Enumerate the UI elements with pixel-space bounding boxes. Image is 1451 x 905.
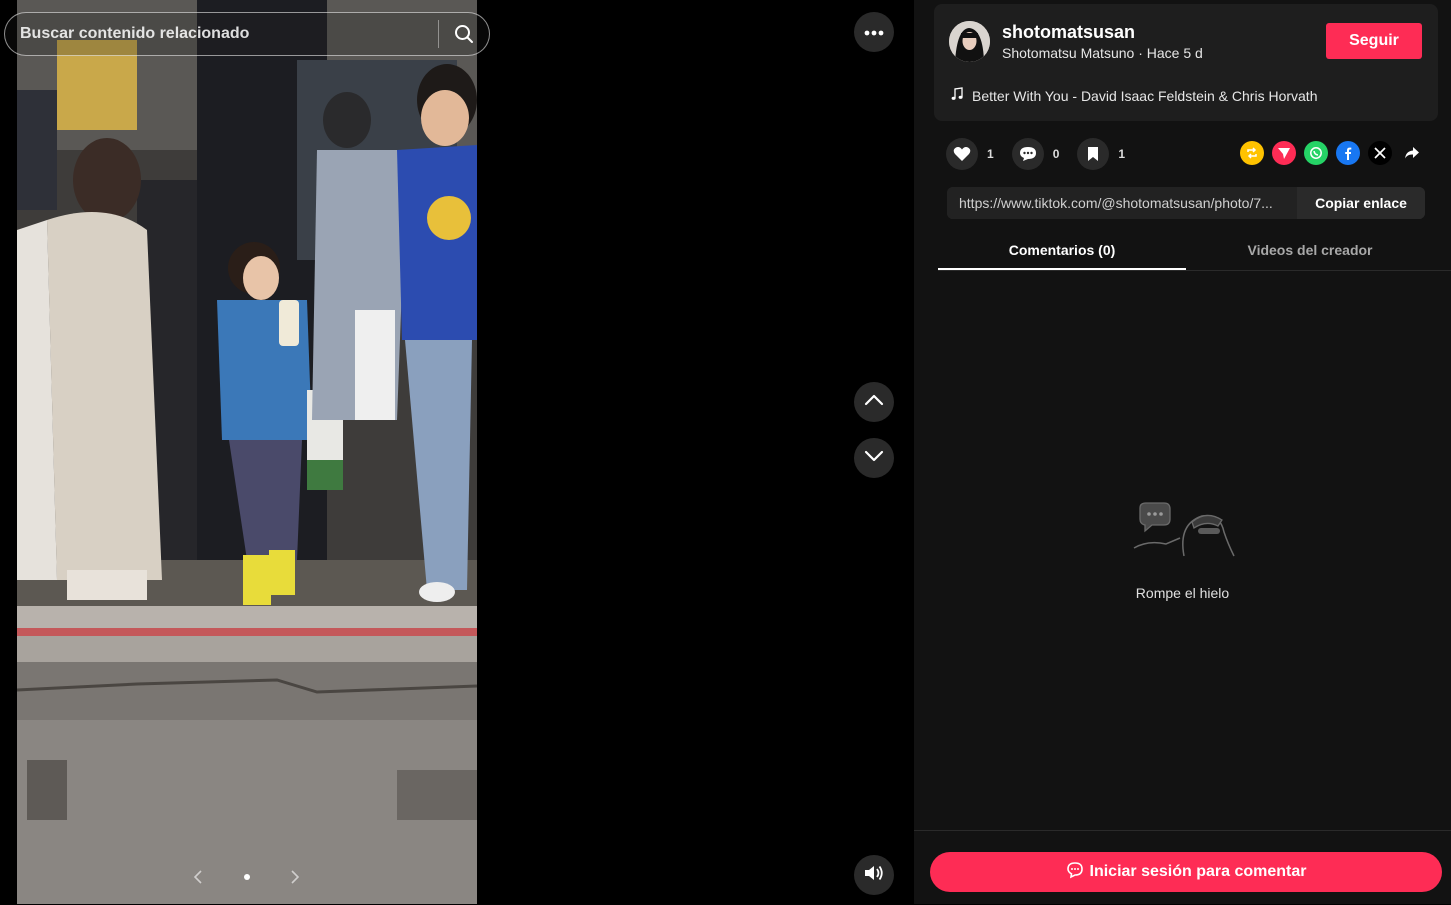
panel-tabs: Comentarios (0) Videos del creador — [938, 232, 1451, 271]
volume-icon — [863, 864, 885, 887]
tab-comments[interactable]: Comentarios (0) — [938, 232, 1186, 270]
save-count: 1 — [1118, 147, 1126, 161]
login-to-comment-label: Iniciar sesión para comentar — [1089, 863, 1307, 880]
tab-creator-videos[interactable]: Videos del creador — [1186, 232, 1434, 270]
post-url-field[interactable]: https://www.tiktok.com/@shotomatsusan/ph… — [947, 187, 1297, 219]
share-arrow-icon[interactable] — [1400, 141, 1424, 165]
copy-link-box: https://www.tiktok.com/@shotomatsusan/ph… — [947, 187, 1425, 219]
author-subline: Shotomatsu Matsuno · Hace 5 d — [1002, 45, 1203, 61]
empty-state-text: Rompe el hielo — [1135, 585, 1230, 601]
search-icon[interactable] — [439, 12, 489, 56]
volume-button[interactable] — [854, 855, 894, 895]
repost-icon[interactable] — [1240, 141, 1264, 165]
post-time: Hace 5 d — [1146, 45, 1203, 61]
details-panel: shotomatsusan Shotomatsu Matsuno · Hace … — [914, 0, 1451, 904]
more-options-button[interactable] — [854, 12, 894, 52]
follow-button[interactable]: Seguir — [1326, 23, 1422, 59]
comment-icon[interactable] — [1011, 138, 1044, 170]
carousel-indicator-dot — [244, 874, 250, 880]
comment-bar: Iniciar sesión para comentar — [914, 830, 1451, 905]
separator-dot: · — [1138, 45, 1147, 61]
more-icon — [864, 23, 884, 41]
send-icon[interactable] — [1272, 141, 1296, 165]
comment-count: 0 — [1052, 147, 1060, 161]
chevron-up-icon — [864, 393, 884, 411]
comments-empty-state: Rompe el hielo — [914, 500, 1451, 601]
search-input[interactable]: Buscar contenido relacionado — [5, 25, 438, 43]
facebook-icon[interactable] — [1336, 141, 1360, 165]
music-note-icon — [950, 87, 964, 104]
comment-bubble-icon — [1066, 861, 1084, 884]
heart-icon[interactable] — [946, 138, 978, 170]
login-to-comment-button[interactable]: Iniciar sesión para comentar — [930, 852, 1442, 892]
search-bar[interactable]: Buscar contenido relacionado — [4, 12, 490, 56]
whatsapp-icon[interactable] — [1304, 141, 1328, 165]
carousel-prev-icon[interactable] — [190, 866, 206, 888]
media-viewer: Buscar contenido relacionado — [0, 0, 914, 904]
avatar[interactable] — [949, 21, 990, 62]
empty-comments-illustration-icon — [1128, 502, 1238, 568]
share-icons — [1240, 141, 1424, 165]
save-action[interactable]: 1 — [1077, 138, 1125, 170]
x-icon[interactable] — [1368, 141, 1392, 165]
music-title: Better With You - David Isaac Feldstein … — [972, 87, 1318, 104]
bookmark-icon[interactable] — [1077, 138, 1110, 170]
like-count: 1 — [987, 147, 994, 161]
next-post-button[interactable] — [854, 438, 894, 478]
like-action[interactable]: 1 — [946, 138, 994, 170]
carousel-next-icon[interactable] — [287, 866, 303, 888]
post-photo[interactable] — [17, 0, 477, 904]
copy-link-button[interactable]: Copiar enlace — [1297, 187, 1425, 219]
author-username[interactable]: shotomatsusan — [1002, 22, 1135, 43]
music-link[interactable]: Better With You - David Isaac Feldstein … — [950, 87, 1317, 104]
previous-post-button[interactable] — [854, 382, 894, 422]
chevron-down-icon — [864, 449, 884, 467]
author-display-name[interactable]: Shotomatsu Matsuno — [1002, 45, 1134, 61]
action-bar: 1 0 1 — [946, 138, 1143, 170]
post-info-card: shotomatsusan Shotomatsu Matsuno · Hace … — [934, 4, 1438, 121]
comment-action[interactable]: 0 — [1011, 138, 1060, 170]
